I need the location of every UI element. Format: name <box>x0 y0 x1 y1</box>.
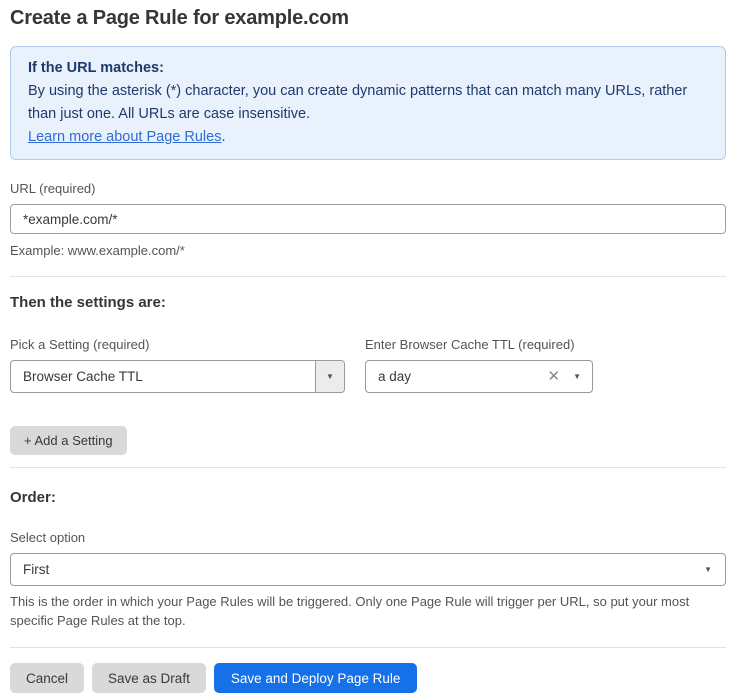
chevron-down-icon: ▼ <box>573 373 581 381</box>
save-draft-button[interactable]: Save as Draft <box>92 663 206 693</box>
pick-setting-label: Pick a Setting (required) <box>10 337 345 352</box>
learn-more-link[interactable]: Learn more about Page Rules <box>28 129 221 145</box>
settings-section-heading: Then the settings are: <box>10 294 726 311</box>
cancel-button[interactable]: Cancel <box>10 663 84 693</box>
save-deploy-button[interactable]: Save and Deploy Page Rule <box>214 663 418 693</box>
order-select-label: Select option <box>10 530 726 545</box>
url-match-info-box: If the URL matches: By using the asteris… <box>10 46 726 160</box>
info-box-body: By using the asterisk (*) character, you… <box>28 80 708 126</box>
pick-setting-column: Pick a Setting (required) Browser Cache … <box>10 337 345 393</box>
form-actions: Cancel Save as Draft Save and Deploy Pag… <box>10 663 726 693</box>
url-label: URL (required) <box>10 181 726 196</box>
info-box-heading: If the URL matches: <box>28 57 708 80</box>
url-example-helper: Example: www.example.com/* <box>10 241 726 260</box>
url-input[interactable] <box>10 204 726 234</box>
chevron-down-icon: ▼ <box>704 566 712 574</box>
info-box-link-line: Learn more about Page Rules. <box>28 126 708 149</box>
divider <box>10 467 726 468</box>
ttl-select[interactable]: a day ✕ ▼ <box>365 360 593 393</box>
create-page-rule-form: Create a Page Rule for example.com If th… <box>0 0 736 693</box>
page-title: Create a Page Rule for example.com <box>10 7 726 30</box>
chevron-down-icon: ▼ <box>326 373 334 381</box>
clear-icon[interactable]: ✕ <box>548 369 561 384</box>
pick-setting-value: Browser Cache TTL <box>11 369 315 384</box>
order-select[interactable]: First ▼ <box>10 553 726 586</box>
order-section-heading: Order: <box>10 489 726 506</box>
order-value: First <box>11 562 704 577</box>
settings-row: Pick a Setting (required) Browser Cache … <box>10 337 726 393</box>
ttl-value: a day <box>366 369 548 384</box>
pick-setting-select[interactable]: Browser Cache TTL ▼ <box>10 360 345 393</box>
divider <box>10 276 726 277</box>
link-period: . <box>221 129 225 145</box>
ttl-label: Enter Browser Cache TTL (required) <box>365 337 593 352</box>
divider <box>10 647 726 648</box>
select-arrow-box[interactable]: ▼ <box>315 361 344 392</box>
order-helper-text: This is the order in which your Page Rul… <box>10 592 726 630</box>
ttl-column: Enter Browser Cache TTL (required) a day… <box>365 337 593 393</box>
add-setting-button[interactable]: + Add a Setting <box>10 426 127 455</box>
